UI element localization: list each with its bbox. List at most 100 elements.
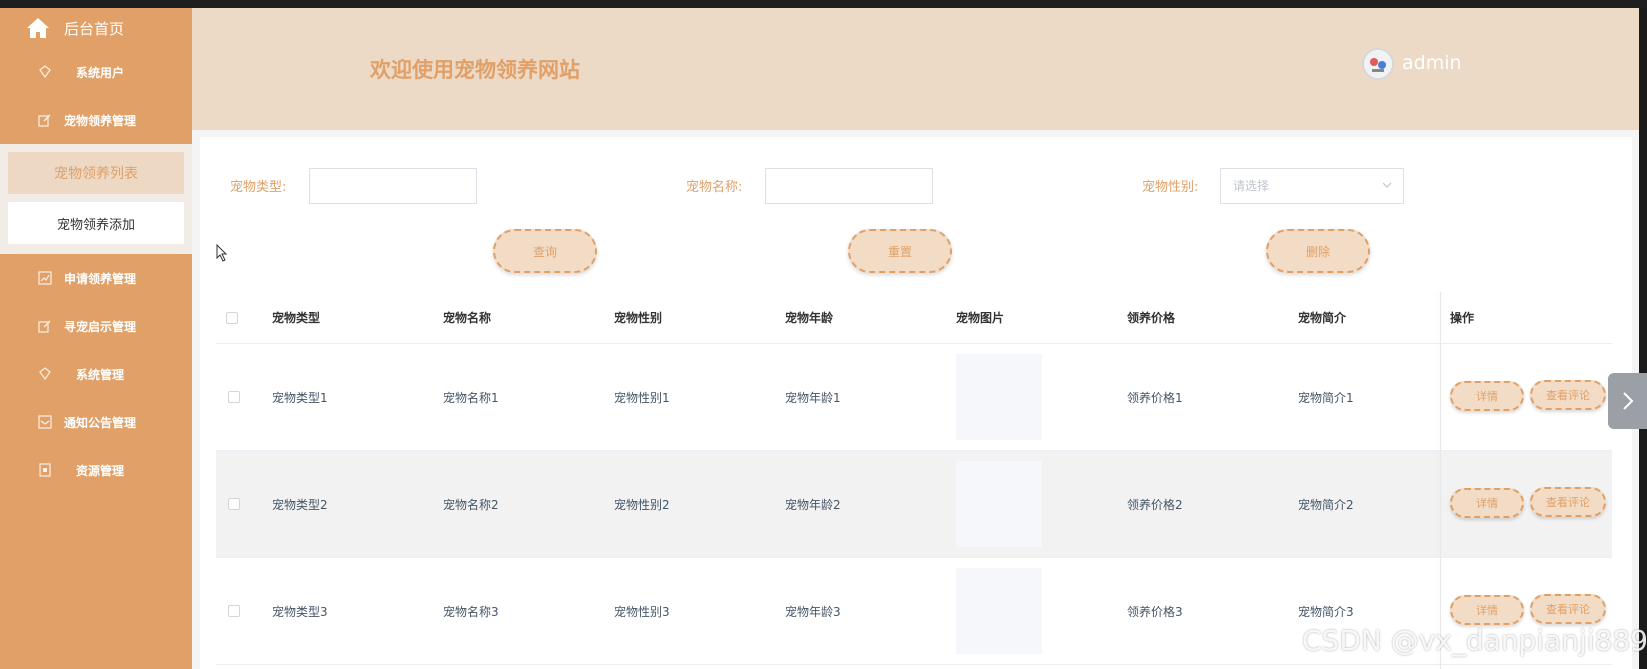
column-header-image[interactable]: 宠物图片 <box>956 292 1004 343</box>
cell-name: 宠物名称2 <box>443 497 499 512</box>
row-checkbox[interactable] <box>228 391 240 403</box>
cell-gender: 宠物性别1 <box>614 390 670 405</box>
user-avatar-icon <box>1364 50 1392 78</box>
pet-type-input[interactable] <box>309 168 477 204</box>
row-checkbox[interactable] <box>228 498 240 510</box>
table-row: 宠物类型2 宠物名称2 宠物性别2 宠物年龄2 领养价格2 宠物简介2 详情 查… <box>216 451 1612 558</box>
sidebar-item-label: 通知公告管理 <box>63 415 136 430</box>
fixed-column-divider <box>1440 292 1441 669</box>
edit-icon <box>38 320 51 333</box>
search-button[interactable]: 查询 <box>493 229 597 273</box>
sidebar-submenu: 宠物领养列表 宠物领养添加 <box>0 144 192 254</box>
delete-button[interactable]: 删除 <box>1266 229 1370 273</box>
cell-gender: 宠物性别3 <box>614 604 670 619</box>
cell-price: 领养价格1 <box>1127 390 1183 405</box>
edit-icon <box>38 114 51 127</box>
pet-gender-select[interactable]: 请选择 <box>1220 168 1404 204</box>
sidebar-item-resources[interactable]: 资源管理 <box>0 446 192 494</box>
pet-image-placeholder[interactable] <box>956 354 1042 440</box>
pet-table: 宠物类型 宠物名称 宠物性别 宠物年龄 宠物图片 领养价格 宠物简介 操作 宠物… <box>216 292 1612 665</box>
pet-gender-label: 宠物性别: <box>1142 180 1199 195</box>
cell-age: 宠物年龄3 <box>785 604 841 619</box>
cell-price: 领养价格3 <box>1127 604 1183 619</box>
sidebar-item-label: 系统用户 <box>75 65 124 80</box>
row-select-cell <box>228 344 240 450</box>
table-header-row: 宠物类型 宠物名称 宠物性别 宠物年龄 宠物图片 领养价格 宠物简介 操作 <box>216 292 1612 344</box>
cell-actions: 详情 查看评论 <box>1440 344 1612 450</box>
cell-name: 宠物名称1 <box>443 390 499 405</box>
view-comments-button[interactable]: 查看评论 <box>1530 487 1606 517</box>
sidebar-item-pet-adoption[interactable]: 宠物领养管理 <box>0 96 192 144</box>
column-header-name[interactable]: 宠物名称 <box>443 292 491 343</box>
sidebar-item-label: 资源管理 <box>75 463 124 478</box>
cell-age: 宠物年龄2 <box>785 497 841 512</box>
sidebar-item-label: 宠物领养管理 <box>63 113 136 128</box>
sidebar-item-system-management[interactable]: 系统管理 <box>0 350 192 398</box>
cell-image <box>956 558 1042 664</box>
avatar[interactable] <box>1362 48 1394 80</box>
column-header-price[interactable]: 领养价格 <box>1127 292 1175 343</box>
cell-actions: 详情 查看评论 <box>1440 451 1612 557</box>
cell-gender: 宠物性别2 <box>614 497 670 512</box>
document-icon <box>39 463 51 477</box>
table-row: 宠物类型1 宠物名称1 宠物性别1 宠物年龄1 领养价格1 宠物简介1 详情 查… <box>216 344 1612 451</box>
top-header: 欢迎使用宠物领养网站 admin <box>192 8 1639 130</box>
cell-image <box>956 451 1042 557</box>
scroll-right-button[interactable] <box>1608 373 1647 429</box>
sidebar-item-label: 系统管理 <box>75 367 124 382</box>
sidebar-item-system-users[interactable]: 系统用户 <box>0 48 192 96</box>
chevron-right-icon <box>1622 392 1633 410</box>
row-checkbox[interactable] <box>228 605 240 617</box>
cell-type: 宠物类型2 <box>272 497 328 512</box>
submenu-pet-adoption-add[interactable]: 宠物领养添加 <box>8 202 184 244</box>
chart-icon <box>38 271 52 285</box>
pet-type-label: 宠物类型: <box>230 180 287 195</box>
sidebar-item-adoption-requests[interactable]: 申请领养管理 <box>0 254 192 302</box>
detail-button[interactable]: 详情 <box>1450 381 1524 411</box>
pet-image-placeholder[interactable] <box>956 568 1042 654</box>
detail-button[interactable]: 详情 <box>1450 488 1524 518</box>
row-select-cell <box>228 451 240 557</box>
sidebar-item-label: 寻宠启示管理 <box>63 319 136 334</box>
column-header-intro[interactable]: 宠物简介 <box>1298 292 1346 343</box>
message-icon <box>38 415 52 429</box>
cell-image <box>956 344 1042 450</box>
cell-intro: 宠物简介1 <box>1298 390 1354 405</box>
cell-type: 宠物类型1 <box>272 390 328 405</box>
pet-gender-placeholder: 请选择 <box>1233 179 1270 193</box>
column-header-age[interactable]: 宠物年龄 <box>785 292 833 343</box>
cell-name: 宠物名称3 <box>443 604 499 619</box>
welcome-title: 欢迎使用宠物领养网站 <box>370 58 580 82</box>
sidebar-home[interactable]: 后台首页 <box>0 8 192 48</box>
reset-button[interactable]: 重置 <box>848 229 952 273</box>
pet-image-placeholder[interactable] <box>956 461 1042 547</box>
window-top-bar <box>0 0 1647 8</box>
row-select-cell <box>228 558 240 664</box>
username[interactable]: admin <box>1402 52 1462 74</box>
mouse-cursor-icon <box>216 244 228 262</box>
cell-intro: 宠物简介2 <box>1298 497 1354 512</box>
view-comments-button[interactable]: 查看评论 <box>1530 594 1606 624</box>
pet-name-label: 宠物名称: <box>686 180 743 195</box>
submenu-pet-adoption-list[interactable]: 宠物领养列表 <box>8 152 184 194</box>
home-icon <box>27 18 49 38</box>
sidebar-item-lost-pet-notices[interactable]: 寻宠启示管理 <box>0 302 192 350</box>
column-header-actions: 操作 <box>1450 311 1475 325</box>
column-header-type[interactable]: 宠物类型 <box>272 292 320 343</box>
watermark: CSDN @vx_danpianji889 <box>1302 624 1647 657</box>
view-comments-button[interactable]: 查看评论 <box>1530 380 1606 410</box>
cell-price: 领养价格2 <box>1127 497 1183 512</box>
sidebar: 后台首页 系统用户 宠物领养管理 宠物领养列表 宠物领养添加 申请领养管理 寻宠… <box>0 8 192 669</box>
detail-button[interactable]: 详情 <box>1450 595 1524 625</box>
diamond-icon <box>39 367 51 381</box>
select-all-cell <box>226 292 238 343</box>
sidebar-item-label: 申请领养管理 <box>63 271 136 286</box>
sidebar-item-announcements[interactable]: 通知公告管理 <box>0 398 192 446</box>
column-header-gender[interactable]: 宠物性别 <box>614 292 662 343</box>
chevron-down-icon <box>1382 182 1392 188</box>
pet-name-input[interactable] <box>765 168 933 204</box>
diamond-icon <box>39 65 51 79</box>
select-all-checkbox[interactable] <box>226 311 238 324</box>
sidebar-home-label: 后台首页 <box>64 19 125 38</box>
cell-type: 宠物类型3 <box>272 604 328 619</box>
